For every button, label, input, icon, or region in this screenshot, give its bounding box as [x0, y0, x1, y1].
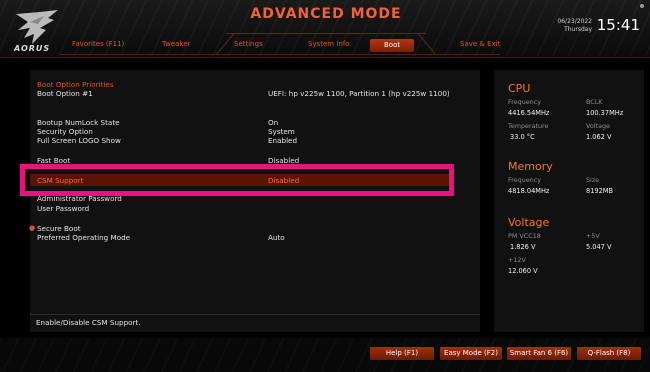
- tab-settings[interactable]: Settings: [234, 40, 263, 48]
- numlock-value[interactable]: On: [268, 118, 278, 127]
- logo-show-value[interactable]: Enabled: [268, 136, 297, 145]
- memory-size-value: 8192MB: [586, 187, 613, 195]
- tab-save-exit[interactable]: Save & Exit: [460, 40, 500, 48]
- help-divider: [30, 314, 480, 315]
- security-option-value[interactable]: System: [268, 127, 295, 136]
- tab-favorites[interactable]: Favorites (F11): [72, 40, 124, 48]
- numlock-label: Bootup NumLock State: [37, 118, 120, 127]
- hardware-monitor-panel: CPU Frequency BCLK 4416.54MHz 100.37MHz …: [494, 70, 644, 332]
- settings-dot-icon[interactable]: [640, 4, 644, 8]
- help-description: Enable/Disable CSM Support.: [36, 318, 141, 327]
- secure-boot-label: Secure Boot: [37, 224, 81, 233]
- qflash-button[interactable]: Q-Flash (F8): [577, 347, 641, 360]
- date-block: 06/23/2022 Thursday: [557, 18, 592, 34]
- cpu-frequency-label: Frequency: [508, 98, 542, 106]
- time-text: 15:41: [596, 16, 640, 34]
- cpu-frequency-value: 4416.54MHz: [508, 109, 550, 117]
- header-bar: AORUS ADVANCED MODE Favorites (F11) Twea…: [0, 0, 650, 58]
- csm-support-label: CSM Support: [37, 176, 84, 185]
- boot-option-1-label: Boot Option #1: [37, 89, 93, 98]
- footer-bar: Help (F1) Easy Mode (F2) Smart Fan 6 (F6…: [0, 338, 650, 372]
- tab-system-info[interactable]: System Info.: [308, 40, 352, 48]
- cpu-bclk-label: BCLK: [586, 98, 603, 106]
- preferred-mode-label: Preferred Operating Mode: [37, 233, 131, 242]
- csm-support-row[interactable]: CSM Support Disabled: [30, 174, 450, 186]
- plus12v-label: +12V: [508, 256, 526, 264]
- vcc18-label: PM VCC18: [508, 232, 541, 240]
- memory-title: Memory: [508, 160, 553, 173]
- csm-support-value[interactable]: Disabled: [268, 176, 299, 185]
- cpu-temperature-value: 33.0 °C: [510, 133, 535, 141]
- tab-tweaker[interactable]: Tweaker: [162, 40, 190, 48]
- plus5v-label: +5V: [586, 232, 600, 240]
- cpu-voltage-label: Voltage: [586, 122, 610, 130]
- boot-settings-panel: Boot Option Priorities Boot Option #1 UE…: [29, 70, 480, 332]
- boot-option-priorities-title: Boot Option Priorities: [37, 80, 114, 89]
- cpu-bclk-value: 100.37MHz: [586, 109, 624, 117]
- fast-boot-label: Fast Boot: [37, 156, 71, 165]
- logo-show-label: Full Screen LOGO Show: [37, 136, 121, 145]
- admin-password-label: Administrator Password: [37, 194, 122, 203]
- mode-title: ADVANCED MODE: [250, 6, 402, 22]
- help-button[interactable]: Help (F1): [370, 347, 434, 360]
- cpu-title: CPU: [508, 82, 531, 95]
- submenu-bullet-icon: ●: [29, 224, 36, 232]
- tab-underline: [60, 54, 500, 55]
- preferred-mode-value[interactable]: Auto: [268, 233, 285, 242]
- tab-boot[interactable]: Boot: [370, 39, 415, 52]
- plus12v-value: 12.060 V: [508, 267, 538, 275]
- aorus-logo-text: AORUS: [14, 44, 51, 53]
- cpu-voltage-value: 1.062 V: [586, 133, 612, 141]
- user-password-label: User Password: [37, 204, 90, 213]
- fast-boot-value[interactable]: Disabled: [268, 156, 299, 165]
- easy-mode-button[interactable]: Easy Mode (F2): [440, 347, 502, 360]
- memory-frequency-label: Frequency: [508, 176, 542, 184]
- smart-fan-button[interactable]: Smart Fan 6 (F6): [507, 347, 571, 360]
- memory-frequency-value: 4818.04MHz: [508, 187, 550, 195]
- security-option-label: Security Option: [37, 127, 93, 136]
- day-text: Thursday: [564, 26, 592, 33]
- boot-option-1-value[interactable]: UEFI: hp v225w 1100, Partition 1 (hp v22…: [268, 89, 450, 98]
- date-text: 06/23/2022: [557, 18, 592, 25]
- plus5v-value: 5.047 V: [586, 243, 612, 251]
- cpu-temperature-label: Temperature: [508, 122, 549, 130]
- memory-size-label: Size: [586, 176, 600, 184]
- voltage-title: Voltage: [508, 216, 550, 229]
- vcc18-value: 1.826 V: [510, 243, 536, 251]
